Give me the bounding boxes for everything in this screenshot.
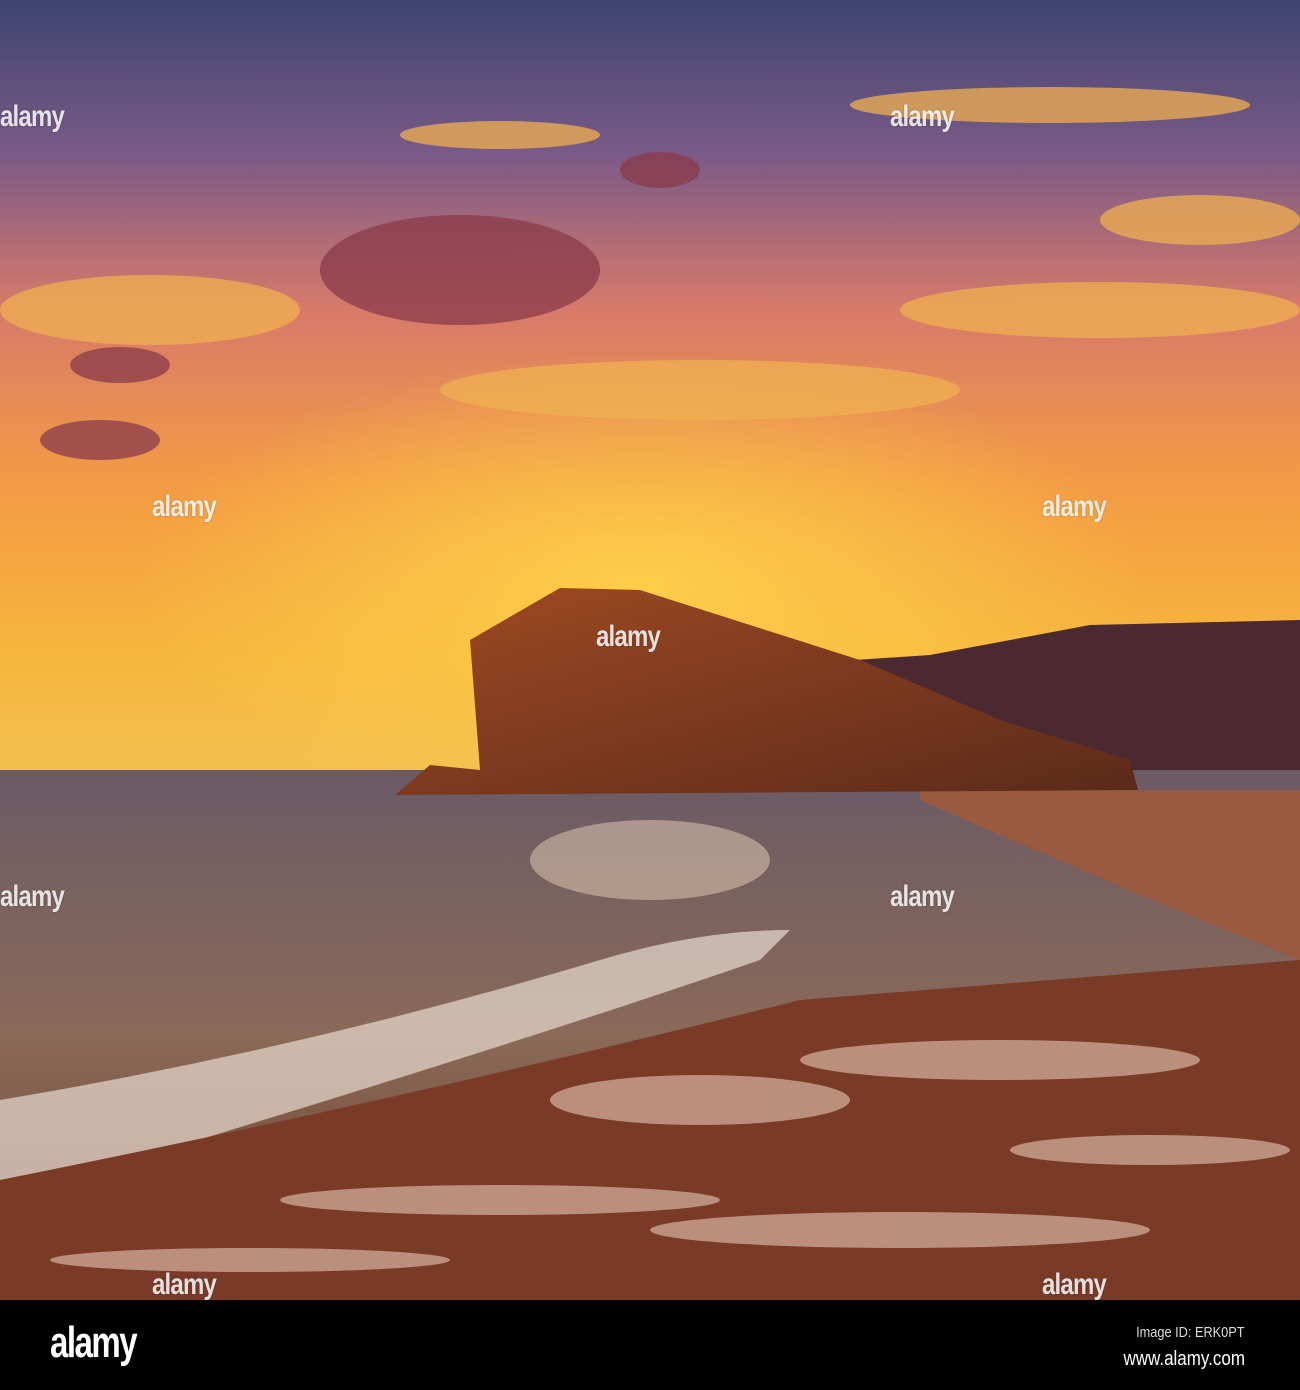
sun-reflection: [530, 820, 770, 900]
watermark: alamy: [1042, 1268, 1107, 1301]
watermark: alamy: [890, 880, 955, 913]
website-url: www.alamy.com: [1123, 1348, 1245, 1370]
stock-photo-page: alamy alamy alamy alamy alamy alamy alam…: [0, 0, 1300, 1390]
watermark: alamy: [890, 100, 955, 133]
watermark: alamy: [152, 1268, 217, 1301]
watermark: alamy: [0, 100, 65, 133]
footer-bar: alamy Image ID: ERK0PT www.alamy.com: [0, 1300, 1300, 1390]
watermark: alamy: [1042, 490, 1107, 523]
watermark: alamy: [152, 490, 217, 523]
watermark: alamy: [596, 620, 661, 653]
watermark: alamy: [0, 880, 65, 913]
alamy-logo: alamy: [50, 1318, 138, 1367]
image-id: Image ID: ERK0PT: [1136, 1324, 1245, 1341]
